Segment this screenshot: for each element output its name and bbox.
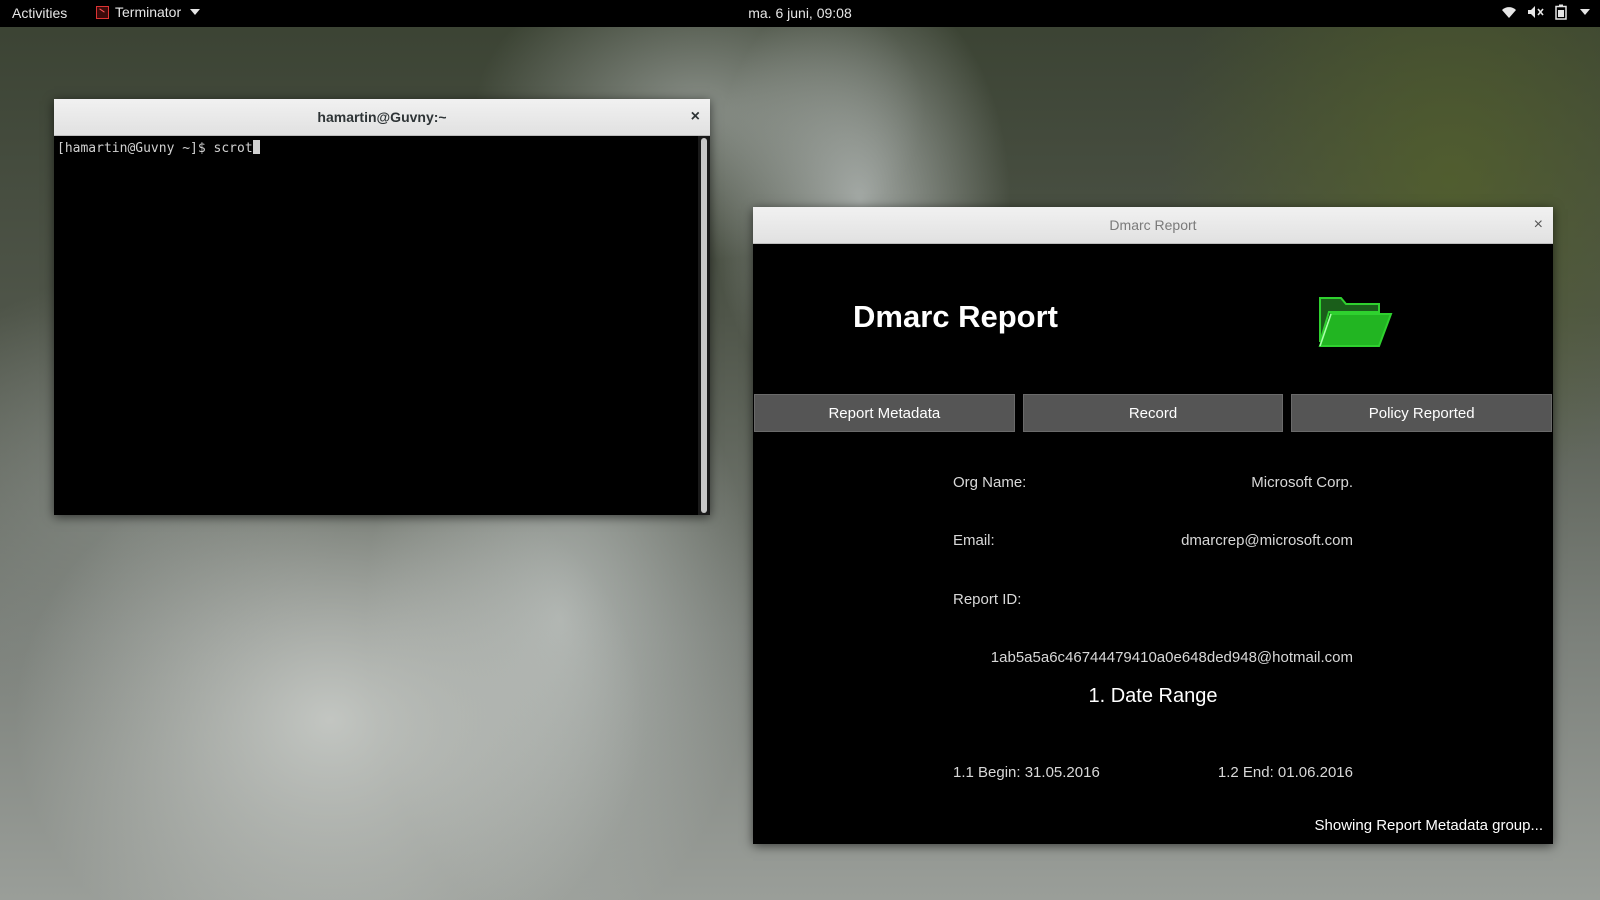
terminal-body[interactable]: [hamartin@Guvny ~]$ scrot [54,136,710,515]
dmarc-window[interactable]: Dmarc Report × Dmarc Report Report Metad… [753,207,1553,844]
tab-policy-reported[interactable]: Policy Reported [1291,394,1553,432]
tab-bar: Report Metadata Record Policy Reported [753,394,1553,432]
page-title: Dmarc Report [853,299,1058,334]
section-title: 1. Date Range [1088,685,1218,707]
terminal-titlebar[interactable]: hamartin@Guvny:~ × [54,99,710,136]
dmarc-titlebar[interactable]: Dmarc Report × [753,207,1553,244]
email-label: Email: [953,532,995,549]
begin-date: 1.1 Begin: 31.05.2016 [953,764,1100,781]
terminal-window[interactable]: hamartin@Guvny:~ × [hamartin@Guvny ~]$ s… [54,99,710,515]
tab-report-metadata[interactable]: Report Metadata [754,394,1015,432]
status-menu[interactable] [1501,4,1590,20]
end-date: 1.2 End: 01.06.2016 [1217,764,1353,781]
status-text: Showing Report Metadata group... [1314,817,1543,834]
email-value: dmarcrep@microsoft.com [1181,532,1353,549]
app-menu-label: Terminator [115,4,182,20]
tab-record[interactable]: Record [1022,394,1284,432]
report-id-value: 1ab5a5a6c46744479410a0e648ded948@hotmail… [990,649,1353,666]
terminal-cursor [252,140,260,154]
terminator-icon [96,5,109,19]
terminal-prompt: [hamartin@Guvny ~]$ scrot [57,140,260,156]
wifi-icon [1502,7,1516,18]
chevron-down-icon [190,9,201,15]
activities-button[interactable]: Activities [12,5,67,21]
close-icon[interactable]: × [1534,207,1543,243]
terminal-scrollbar[interactable] [698,136,710,515]
org-name-value: Microsoft Corp. [1251,474,1353,491]
app-menu[interactable]: Terminator [96,4,201,20]
terminal-title: hamartin@Guvny:~ [317,109,447,125]
dmarc-window-title: Dmarc Report [1109,217,1197,233]
clock[interactable]: ma. 6 juni, 09:08 [0,5,1600,21]
report-id-label: Report ID: [953,591,1022,608]
chevron-down-icon [1580,9,1590,15]
top-bar: Activities Terminator ma. 6 juni, 09:08 [0,0,1600,27]
folder-open-icon[interactable] [1317,292,1393,350]
org-name-label: Org Name: [953,474,1027,491]
volume-icon [1528,6,1544,18]
battery-icon [1555,4,1567,20]
terminal-prompt-text: [hamartin@Guvny ~]$ scrot [57,141,253,156]
scrollbar-thumb[interactable] [701,138,707,513]
close-icon[interactable]: × [691,99,700,135]
